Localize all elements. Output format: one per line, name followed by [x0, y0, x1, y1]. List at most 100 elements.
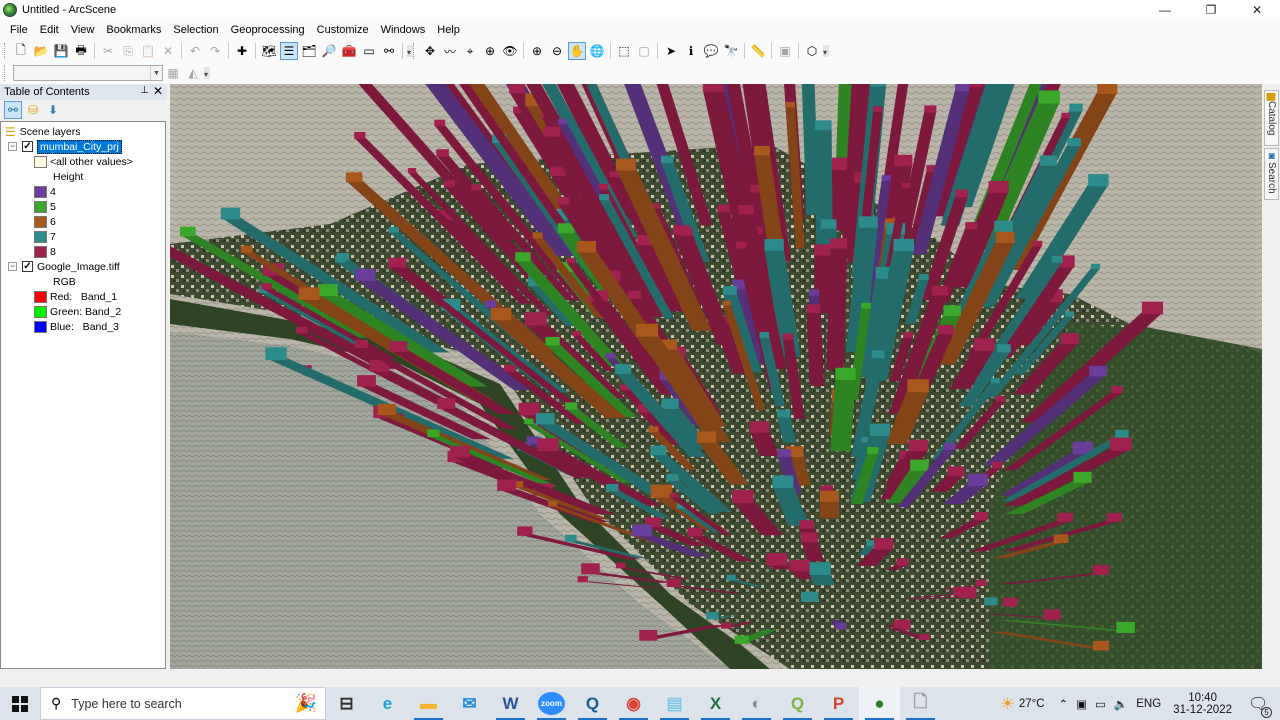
taskbar-blank-document-button[interactable]: 🗋 [900, 687, 941, 720]
center-on-target-icon[interactable]: ⌖ [461, 42, 479, 60]
print-icon[interactable]: 🖶 [72, 42, 90, 60]
list-by-source-icon[interactable]: ⛁ [24, 101, 42, 119]
paste-icon[interactable]: 📋 [139, 42, 157, 60]
menu-help[interactable]: Help [431, 24, 466, 36]
toolbar-grip[interactable] [4, 65, 7, 81]
list-by-drawing-order-icon[interactable]: ⚯ [4, 101, 22, 119]
legend-swatch[interactable] [34, 155, 47, 168]
taskbar-file-explorer-button[interactable]: ▬ [408, 687, 449, 720]
pin-icon[interactable]: ⊥ [140, 85, 149, 96]
menu-file[interactable]: File [4, 24, 34, 36]
legend-swatch[interactable] [34, 185, 47, 198]
search-window-icon[interactable]: 🔎 [320, 42, 338, 60]
legend-swatch[interactable] [34, 230, 47, 243]
list-by-visibility-icon[interactable]: ⬇ [44, 101, 62, 119]
taskbar-word-button[interactable]: W [490, 687, 531, 720]
zoom-in-icon[interactable]: ⊕ [528, 42, 546, 60]
menu-selection[interactable]: Selection [167, 24, 224, 36]
weather-icon[interactable]: ☀ [1000, 694, 1014, 714]
catalog-window-icon[interactable]: 🗂 [300, 42, 318, 60]
select-elements-icon[interactable]: ➤ [662, 42, 680, 60]
clock[interactable]: 10:40 31-12-2022 [1173, 692, 1232, 716]
undo-icon[interactable]: ↶ [186, 42, 204, 60]
network-icon[interactable]: ▭ [1095, 697, 1106, 711]
scene-layers-root[interactable]: ☰ Scene layers [5, 124, 80, 139]
scene-canvas[interactable] [170, 84, 1262, 669]
legend-swatch[interactable] [34, 215, 47, 228]
taskbar-arcscene-button[interactable]: ● [859, 687, 900, 720]
pan-icon[interactable]: ✋ [568, 42, 586, 60]
taskbar-notepad-button[interactable]: ▤ [654, 687, 695, 720]
menu-geoprocessing[interactable]: Geoprocessing [225, 24, 311, 36]
maximize-button[interactable]: ❐ [1188, 0, 1234, 20]
catalog-tab[interactable]: ▆ Catalog [1264, 90, 1279, 146]
layer-row-mumbai[interactable]: − ✓ mumbai_City_prj [8, 139, 122, 154]
taskbar-chrome-button[interactable]: ◉ [613, 687, 654, 720]
layer-visibility-checkbox[interactable]: ✓ [22, 141, 33, 152]
model-builder-icon[interactable]: ⚯ [380, 42, 398, 60]
taskbar-mail-button[interactable]: ✉ [449, 687, 490, 720]
python-window-icon[interactable]: ▭ [360, 42, 378, 60]
zoom-out-icon[interactable]: ⊖ [548, 42, 566, 60]
3d-effects-icon[interactable]: ⬡ [803, 42, 821, 60]
taskbar-search-box[interactable]: ⚲ Type here to search 🎉 [40, 687, 326, 720]
clear-selection-icon[interactable]: ▢ [635, 42, 653, 60]
layer-combo[interactable]: ▼ [13, 65, 163, 81]
legend-swatch[interactable] [34, 305, 47, 318]
minimize-button[interactable]: — [1142, 0, 1188, 20]
menu-edit[interactable]: Edit [34, 24, 65, 36]
redo-icon[interactable]: ↷ [206, 42, 224, 60]
layer-row-google-image[interactable]: − ✓ Google_Image.tiff [8, 259, 120, 274]
arctoolbox-icon[interactable]: 🗺 [260, 42, 278, 60]
start-button[interactable] [0, 687, 40, 720]
add-data-icon[interactable]: ✚ [233, 42, 251, 60]
table-of-contents-icon[interactable]: ☰ [280, 42, 298, 60]
full-extent-icon[interactable]: 🌐 [588, 42, 606, 60]
delete-icon[interactable]: ✕ [159, 42, 177, 60]
find-icon[interactable]: 🔭 [722, 42, 740, 60]
collapse-icon[interactable]: − [8, 142, 17, 151]
taskbar-zoom-button[interactable]: zoom [531, 687, 572, 720]
language-indicator[interactable]: ENG [1136, 698, 1161, 710]
show-hidden-icons-chevron-icon[interactable]: ⌃ [1059, 697, 1069, 711]
identify-icon[interactable]: ℹ [682, 42, 700, 60]
toolbar-overflow-button[interactable]: ▾ [823, 45, 829, 57]
cut-icon[interactable]: ✂ [99, 42, 117, 60]
taskbar-task-view-button[interactable]: ⊟ [326, 687, 367, 720]
layer-name[interactable]: mumbai_City_prj [37, 139, 122, 154]
meet-now-icon[interactable]: ▣ [1076, 697, 1087, 711]
menu-bookmarks[interactable]: Bookmarks [100, 24, 167, 36]
toolbox-icon[interactable]: 🧰 [340, 42, 358, 60]
navigate-icon[interactable]: ✥ [421, 42, 439, 60]
new-document-icon[interactable]: 🗋 [12, 42, 30, 60]
weather-temp[interactable]: 27°C [1019, 698, 1045, 710]
volume-icon[interactable]: 🔈 [1114, 697, 1128, 711]
open-icon[interactable]: 📂 [32, 42, 50, 60]
menu-view[interactable]: View [65, 24, 101, 36]
taskbar-edge-button[interactable]: e [367, 687, 408, 720]
surface-icon[interactable]: ◭ [184, 64, 202, 82]
set-observer-icon[interactable]: 👁 [501, 42, 519, 60]
taskbar-qgis-button[interactable]: Q [777, 687, 818, 720]
measure-icon[interactable]: 📏 [749, 42, 767, 60]
legend-swatch[interactable] [34, 200, 47, 213]
layer-name[interactable]: Google_Image.tiff [37, 261, 120, 273]
scene-view[interactable] [170, 84, 1262, 669]
layer-visibility-checkbox[interactable]: ✓ [22, 261, 33, 272]
toc-close-button[interactable]: ✕ [153, 84, 163, 98]
extrusion-icon[interactable]: ▦ [164, 64, 182, 82]
legend-swatch[interactable] [34, 320, 47, 333]
legend-swatch[interactable] [34, 290, 47, 303]
animation-icon[interactable]: ▣ [776, 42, 794, 60]
taskbar-powerpoint-button[interactable]: P [818, 687, 859, 720]
menu-windows[interactable]: Windows [375, 24, 432, 36]
collapse-icon[interactable]: − [8, 262, 17, 271]
taskbar-google-earth-pro-button[interactable]: ◐ [736, 687, 777, 720]
toolbar-grip[interactable] [4, 43, 7, 59]
toolbar-grip[interactable] [413, 43, 416, 59]
legend-swatch[interactable] [34, 245, 47, 258]
toolbar-overflow-button[interactable]: ▾ [204, 67, 210, 79]
close-button[interactable]: ✕ [1234, 0, 1280, 20]
copy-icon[interactable]: ⎘ [119, 42, 137, 60]
notification-center-button[interactable]: 🗨 5 [1248, 694, 1272, 718]
